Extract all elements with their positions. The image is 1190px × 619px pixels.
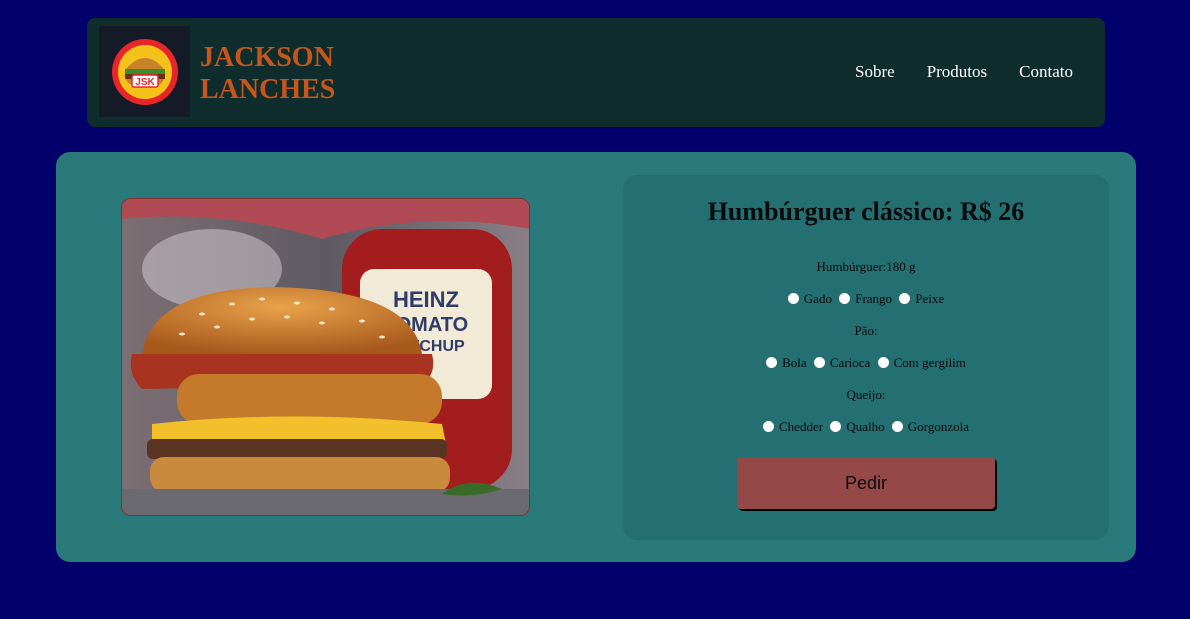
option-qualho[interactable]: Qualho xyxy=(830,419,885,434)
svg-text:HEINZ: HEINZ xyxy=(393,287,459,312)
bread-label: Pão: xyxy=(854,323,878,338)
brand-line-2: LANCHES xyxy=(200,74,336,105)
radio-gado[interactable] xyxy=(787,293,799,304)
option-label: Gado xyxy=(803,291,832,306)
radio-chedder[interactable] xyxy=(763,421,775,432)
option-label: Chedder xyxy=(779,419,824,434)
burger-image: HEINZ TOMATO KETCHUP xyxy=(122,199,529,515)
cheese-label: Queijo: xyxy=(846,387,886,402)
option-label: Bola xyxy=(782,355,807,370)
nav-link-sobre[interactable]: Sobre xyxy=(855,62,895,82)
brand-name: JACKSON LANCHES xyxy=(200,42,335,106)
option-frango[interactable]: Frango xyxy=(839,291,892,306)
radio-com-gergilim[interactable] xyxy=(877,357,889,368)
product-title: Humbúrguer clássico: R$ 26 xyxy=(707,197,1025,226)
product-card: Humbúrguer clássico: R$ 26 Humbúrguer:18… xyxy=(623,175,1109,540)
site-header: JSK JACKSON LANCHES Sobre Produtos Conta… xyxy=(87,18,1105,127)
product-panel: HEINZ TOMATO KETCHUP Humbúrguer clássico… xyxy=(56,152,1136,562)
radio-peixe[interactable] xyxy=(899,293,911,304)
burger-logo-icon: JSK xyxy=(111,38,178,105)
option-label: Peixe xyxy=(915,291,945,306)
option-gorgonzola[interactable]: Gorgonzola xyxy=(891,419,969,434)
option-bola[interactable]: Bola xyxy=(766,355,807,370)
burger-photo: HEINZ TOMATO KETCHUP xyxy=(121,198,530,516)
cheese-options: Chedder Qualho Gorgonzola xyxy=(623,411,1109,443)
option-com-gergilim[interactable]: Com gergilim xyxy=(877,355,966,370)
radio-frango[interactable] xyxy=(839,293,851,304)
radio-carioca[interactable] xyxy=(813,357,825,368)
option-chedder[interactable]: Chedder xyxy=(763,419,823,434)
meat-label: Humbúrguer:180 g xyxy=(816,259,916,274)
bread-options: Bola Carioca Com gergilim xyxy=(623,347,1109,379)
option-label: Qualho xyxy=(846,419,885,434)
option-label: Com gergilim xyxy=(893,355,966,370)
nav-link-contato[interactable]: Contato xyxy=(1019,62,1073,82)
option-label: Gorgonzola xyxy=(907,419,969,434)
order-button[interactable]: Pedir xyxy=(737,457,995,509)
option-peixe[interactable]: Peixe xyxy=(899,291,944,306)
option-label: Frango xyxy=(855,291,893,306)
main-nav: Sobre Produtos Contato xyxy=(855,62,1073,82)
meat-options: Gado Frango Peixe xyxy=(623,283,1109,315)
nav-link-produtos[interactable]: Produtos xyxy=(927,62,987,82)
brand-line-1: JACKSON xyxy=(200,42,334,73)
radio-bola[interactable] xyxy=(766,357,778,368)
logo[interactable]: JSK xyxy=(99,26,190,117)
radio-gorgonzola[interactable] xyxy=(891,421,903,432)
radio-qualho[interactable] xyxy=(830,421,842,432)
option-carioca[interactable]: Carioca xyxy=(813,355,871,370)
option-label: Carioca xyxy=(829,355,871,370)
logo-text: JSK xyxy=(135,77,155,88)
option-gado[interactable]: Gado xyxy=(787,291,832,306)
